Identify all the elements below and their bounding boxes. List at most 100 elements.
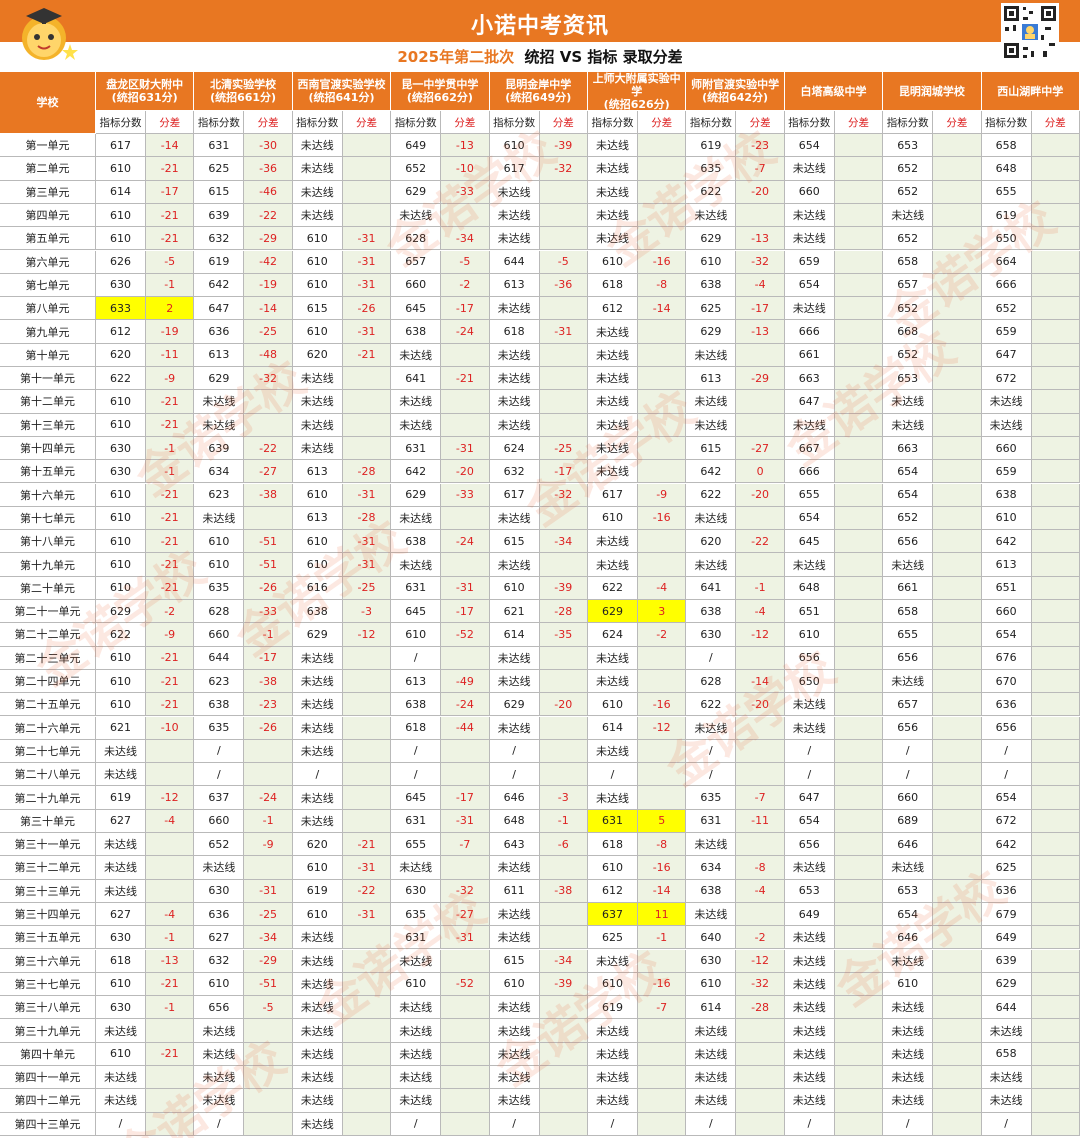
score-diff-cell: 0: [736, 460, 785, 484]
score-diff-cell: [146, 879, 195, 903]
index-score-cell: 637: [588, 902, 638, 927]
score-diff-cell: [933, 600, 982, 624]
index-score-cell: 未达线: [391, 203, 442, 228]
score-diff-cell: [638, 1112, 687, 1136]
score-diff-cell: [638, 367, 687, 391]
index-score-cell: 未达线: [96, 739, 146, 764]
index-score-cell: 未达线: [784, 996, 835, 1020]
index-score-cell: 625: [686, 297, 737, 321]
score-diff-cell: [834, 250, 884, 274]
index-score-cell: 666: [784, 320, 835, 344]
score-diff-cell: [834, 530, 884, 554]
index-score-cell: 626: [96, 250, 146, 274]
score-diff-cell: [539, 996, 588, 1020]
score-diff-cell: [834, 343, 884, 367]
score-diff-cell: [1031, 669, 1080, 694]
index-score-cell: 614: [686, 996, 737, 1020]
index-score-cell: 未达线: [96, 1066, 146, 1090]
index-score-cell: 664: [981, 250, 1032, 274]
index-score-cell: 656: [883, 646, 934, 670]
score-diff-cell: -2: [736, 926, 785, 950]
score-diff-cell: -19: [244, 273, 293, 298]
index-score-cell: 613: [292, 460, 343, 484]
index-score-cell: 未达线: [292, 1019, 343, 1043]
score-diff-cell: -24: [244, 786, 293, 810]
index-score-cell: 未达线: [292, 972, 343, 997]
score-diff-cell: [1031, 460, 1080, 484]
index-score-cell: 610: [96, 646, 146, 670]
score-diff-cell: -17: [441, 297, 490, 321]
score-diff-cell: -21: [146, 157, 195, 181]
index-score-cell: 654: [784, 506, 835, 531]
index-score-cell: 610: [292, 553, 343, 577]
score-diff-cell: [146, 1112, 195, 1136]
score-diff-cell: [834, 623, 884, 647]
index-score-cell: 654: [784, 273, 835, 298]
score-diff-cell: [834, 320, 884, 344]
index-score-cell: 未达线: [883, 1019, 934, 1043]
school-name: 昆明润城学校: [898, 84, 965, 98]
score-diff-cell: [539, 1019, 588, 1043]
index-score-cell: 未达线: [784, 157, 835, 181]
index-score-cell: 未达线: [292, 134, 343, 158]
score-diff-cell: [146, 856, 195, 880]
index-score-cell: 610: [96, 553, 146, 577]
score-diff-cell: [539, 203, 588, 228]
score-diff-cell: -31: [342, 902, 392, 927]
index-score-cell: 未达线: [489, 227, 540, 251]
index-score-cell: 660: [883, 786, 934, 810]
score-diff-cell: [933, 390, 982, 414]
score-diff-cell: -32: [736, 250, 785, 274]
score-diff-cell: -33: [441, 483, 490, 507]
index-score-cell: /: [194, 1112, 245, 1136]
index-score-cell: 未达线: [981, 1019, 1032, 1043]
score-diff-cell: [736, 763, 785, 787]
index-score-cell: 未达线: [588, 367, 638, 391]
subtitle-batch: 2025年第二批次: [397, 48, 515, 66]
index-score-cell: 未达线: [194, 413, 245, 437]
score-diff-cell: [638, 1089, 687, 1113]
unit-label: 第二十八单元: [0, 763, 96, 787]
index-score-cell: 637: [194, 786, 245, 810]
score-diff-cell: -22: [244, 203, 293, 228]
index-score-cell: 645: [784, 530, 835, 554]
index-score-cell: 622: [686, 483, 737, 507]
index-score-cell: 614: [96, 180, 146, 204]
score-diff-cell: [638, 180, 687, 204]
score-diff-cell: [834, 1089, 884, 1113]
index-score-cell: 661: [883, 576, 934, 600]
score-diff-cell: -27: [736, 436, 785, 461]
score-diff-cell: [834, 949, 884, 973]
index-score-cell: 610: [292, 273, 343, 298]
index-score-cell: 630: [96, 996, 146, 1020]
index-score-cell: 630: [686, 949, 737, 973]
score-diff-cell: [539, 716, 588, 740]
score-diff-cell: [736, 506, 785, 531]
score-diff-cell: -35: [539, 623, 588, 647]
score-diff-cell: [834, 926, 884, 950]
score-diff-cell: [834, 553, 884, 577]
index-score-cell: /: [883, 1112, 934, 1136]
index-score-cell: 636: [981, 879, 1032, 903]
index-score-cell: 647: [784, 390, 835, 414]
score-diff-cell: [1031, 716, 1080, 740]
score-diff-cell: -44: [441, 716, 490, 740]
score-diff-cell: -26: [244, 576, 293, 600]
unit-label: 第十三单元: [0, 413, 96, 437]
index-score-cell: 629: [391, 483, 442, 507]
score-diff-cell: [638, 390, 687, 414]
score-diff-cell: -52: [441, 623, 490, 647]
score-diff-cell: -49: [441, 669, 490, 694]
school-name: 白塔高级中学: [800, 84, 867, 98]
score-diff-cell: -9: [146, 367, 195, 391]
index-score-cell: 666: [981, 273, 1032, 298]
score-diff-cell: [834, 483, 884, 507]
score-diff-cell: -4: [638, 576, 687, 600]
score-diff-cell: [146, 833, 195, 857]
index-score-cell: 629: [489, 693, 540, 717]
index-score-cell: 646: [883, 926, 934, 950]
score-diff-cell: -31: [244, 879, 293, 903]
score-diff-cell: -27: [441, 902, 490, 927]
score-diff-cell: -1: [638, 926, 687, 950]
score-diff-cell: -31: [342, 273, 392, 298]
